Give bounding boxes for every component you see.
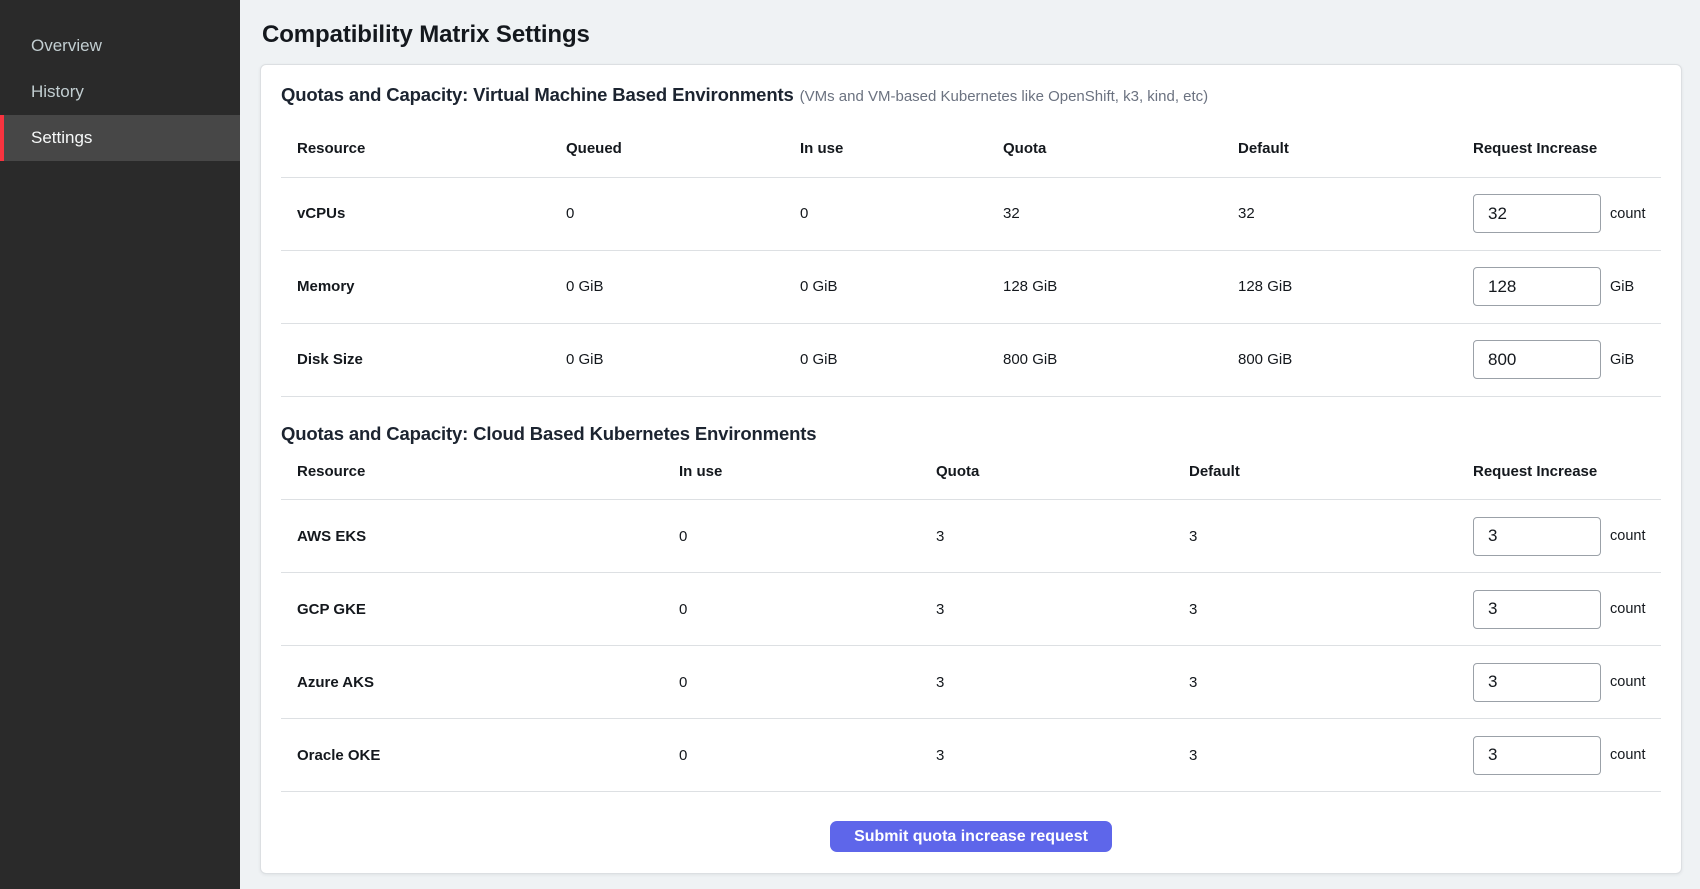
sidebar-item-settings[interactable]: Settings: [0, 115, 240, 161]
oracle-oke-quota-value: 3: [920, 719, 1173, 792]
k8s-section-title: Quotas and Capacity: Cloud Based Kuberne…: [281, 397, 1661, 446]
vcpus-request-group: count: [1473, 194, 1661, 233]
settings-card: Quotas and Capacity: Virtual Machine Bas…: [260, 64, 1682, 874]
submit-quota-increase-button[interactable]: Submit quota increase request: [830, 821, 1112, 852]
aws-eks-request-group: count: [1473, 517, 1661, 556]
memory-request-unit: GiB: [1610, 279, 1634, 295]
gcp-gke-request-input[interactable]: [1473, 590, 1601, 629]
aws-eks-quota-value: 3: [920, 500, 1173, 573]
memory-request-group: GiB: [1473, 267, 1661, 306]
table-row-azure-aks: Azure AKS 0 3 3 count: [281, 646, 1661, 719]
vcpus-default-value: 32: [1222, 177, 1457, 250]
azure-aks-request-group: count: [1473, 663, 1661, 702]
table-row-disk-size: Disk Size 0 GiB 0 GiB 800 GiB 800 GiB Gi…: [281, 323, 1661, 396]
azure-aks-quota-value: 3: [920, 646, 1173, 719]
main-content: Compatibility Matrix Settings Quotas and…: [240, 0, 1700, 889]
table-row-aws-eks: AWS EKS 0 3 3 count: [281, 500, 1661, 573]
gcp-gke-request-unit: count: [1610, 601, 1645, 617]
disk-size-default-value: 800 GiB: [1222, 323, 1457, 396]
vcpus-request-cell: count: [1457, 177, 1661, 250]
app-window: Overview History Settings Compatibility …: [0, 0, 1700, 889]
gcp-gke-request-group: count: [1473, 590, 1661, 629]
aws-eks-resource-label: AWS EKS: [281, 500, 663, 573]
aws-eks-request-input[interactable]: [1473, 517, 1601, 556]
disk-size-request-input[interactable]: [1473, 340, 1601, 379]
memory-resource-label: Memory: [281, 250, 550, 323]
sidebar-item-overview[interactable]: Overview: [0, 23, 240, 69]
vm-col-default: Default: [1222, 121, 1457, 177]
gcp-gke-in-use-value: 0: [663, 573, 920, 646]
oracle-oke-default-value: 3: [1173, 719, 1457, 792]
gcp-gke-request-cell: count: [1457, 573, 1661, 646]
azure-aks-in-use-value: 0: [663, 646, 920, 719]
oracle-oke-request-input[interactable]: [1473, 736, 1601, 775]
k8s-col-default: Default: [1173, 444, 1457, 500]
memory-request-cell: GiB: [1457, 250, 1661, 323]
memory-in-use-value: 0 GiB: [784, 250, 987, 323]
azure-aks-default-value: 3: [1173, 646, 1457, 719]
vm-table-header-row: Resource Queued In use Quota Default Req…: [281, 121, 1661, 177]
vm-col-request-increase: Request Increase: [1457, 121, 1661, 177]
k8s-col-resource: Resource: [281, 444, 663, 500]
k8s-quota-table: Resource In use Quota Default Request In…: [281, 444, 1661, 793]
k8s-col-quota: Quota: [920, 444, 1173, 500]
disk-size-queued-value: 0 GiB: [550, 323, 784, 396]
gcp-gke-default-value: 3: [1173, 573, 1457, 646]
aws-eks-default-value: 3: [1173, 500, 1457, 573]
disk-size-request-group: GiB: [1473, 340, 1661, 379]
azure-aks-resource-label: Azure AKS: [281, 646, 663, 719]
sidebar-nav: Overview History Settings: [0, 23, 240, 161]
submit-row: Submit quota increase request: [281, 821, 1661, 852]
memory-quota-value: 128 GiB: [987, 250, 1222, 323]
vcpus-request-unit: count: [1610, 206, 1645, 222]
k8s-table-header-row: Resource In use Quota Default Request In…: [281, 444, 1661, 500]
sidebar: Overview History Settings: [0, 0, 240, 889]
sidebar-item-history[interactable]: History: [0, 69, 240, 115]
disk-size-request-cell: GiB: [1457, 323, 1661, 396]
vm-section-title: Quotas and Capacity: Virtual Machine Bas…: [281, 65, 1661, 109]
vm-quota-table: Resource Queued In use Quota Default Req…: [281, 121, 1661, 397]
vm-col-quota: Quota: [987, 121, 1222, 177]
k8s-col-request-increase: Request Increase: [1457, 444, 1661, 500]
page-title: Compatibility Matrix Settings: [262, 21, 1682, 49]
vcpus-resource-label: vCPUs: [281, 177, 550, 250]
disk-size-in-use-value: 0 GiB: [784, 323, 987, 396]
table-row-oracle-oke: Oracle OKE 0 3 3 count: [281, 719, 1661, 792]
oracle-oke-request-unit: count: [1610, 747, 1645, 763]
gcp-gke-resource-label: GCP GKE: [281, 573, 663, 646]
vm-col-in-use: In use: [784, 121, 987, 177]
disk-size-request-unit: GiB: [1610, 352, 1634, 368]
gcp-gke-quota-value: 3: [920, 573, 1173, 646]
azure-aks-request-input[interactable]: [1473, 663, 1601, 702]
vcpus-queued-value: 0: [550, 177, 784, 250]
vm-section-title-text: Quotas and Capacity: Virtual Machine Bas…: [281, 84, 794, 105]
table-row-memory: Memory 0 GiB 0 GiB 128 GiB 128 GiB GiB: [281, 250, 1661, 323]
oracle-oke-resource-label: Oracle OKE: [281, 719, 663, 792]
table-row-vcpus: vCPUs 0 0 32 32 count: [281, 177, 1661, 250]
azure-aks-request-unit: count: [1610, 674, 1645, 690]
disk-size-quota-value: 800 GiB: [987, 323, 1222, 396]
aws-eks-in-use-value: 0: [663, 500, 920, 573]
oracle-oke-in-use-value: 0: [663, 719, 920, 792]
oracle-oke-request-cell: count: [1457, 719, 1661, 792]
vcpus-in-use-value: 0: [784, 177, 987, 250]
vcpus-quota-value: 32: [987, 177, 1222, 250]
memory-queued-value: 0 GiB: [550, 250, 784, 323]
table-row-gcp-gke: GCP GKE 0 3 3 count: [281, 573, 1661, 646]
aws-eks-request-unit: count: [1610, 528, 1645, 544]
vcpus-request-input[interactable]: [1473, 194, 1601, 233]
azure-aks-request-cell: count: [1457, 646, 1661, 719]
aws-eks-request-cell: count: [1457, 500, 1661, 573]
memory-request-input[interactable]: [1473, 267, 1601, 306]
k8s-col-in-use: In use: [663, 444, 920, 500]
vm-col-resource: Resource: [281, 121, 550, 177]
disk-size-resource-label: Disk Size: [281, 323, 550, 396]
oracle-oke-request-group: count: [1473, 736, 1661, 775]
vm-section-subtitle: (VMs and VM-based Kubernetes like OpenSh…: [800, 88, 1209, 105]
vm-col-queued: Queued: [550, 121, 784, 177]
memory-default-value: 128 GiB: [1222, 250, 1457, 323]
